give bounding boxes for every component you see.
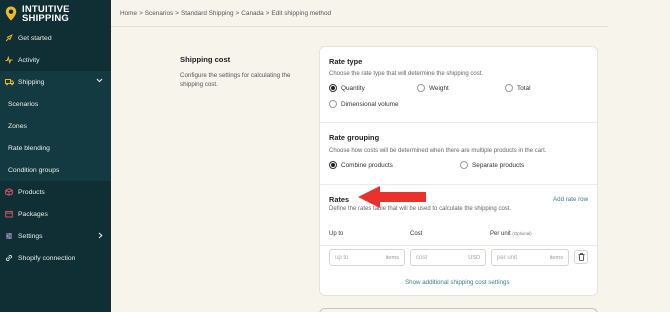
sidebar-item-label: Get started: [18, 34, 52, 42]
shipping-cost-card: Rate type Choose the rate type that will…: [319, 46, 598, 296]
sidebar-item-label: Zones: [8, 122, 27, 130]
breadcrumb-standard-shipping[interactable]: Standard Shipping: [181, 10, 234, 17]
rate-type-description: Choose the rate type that will determine…: [329, 71, 484, 77]
radio-indicator: [329, 84, 337, 92]
breadcrumb-current: Edit shipping method: [271, 9, 332, 17]
next-section-card: [319, 308, 598, 312]
divider: [320, 122, 597, 123]
delete-row-button[interactable]: [574, 250, 588, 264]
radio-label: Total: [517, 84, 531, 92]
breadcrumb-separator: >: [235, 9, 240, 17]
sidebar-item-label: Settings: [18, 232, 43, 240]
breadcrumb-scenarios[interactable]: Scenarios: [145, 10, 173, 17]
breadcrumb-separator: >: [139, 9, 143, 17]
annotation-arrow-icon: [358, 186, 426, 208]
cost-unit: USD: [468, 254, 480, 261]
map-pin-icon: [5, 6, 17, 21]
column-header-cost: Cost: [410, 231, 423, 237]
sidebar-item-scenarios[interactable]: Scenarios: [0, 93, 111, 115]
per-unit-placeholder: per unit: [497, 254, 518, 261]
sidebar-item-shipping[interactable]: Shipping: [0, 71, 111, 93]
radio-label: Dimensional volume: [341, 100, 399, 108]
rate-type-title: Rate type: [329, 57, 363, 66]
box-icon: [4, 187, 14, 197]
sidebar-item-label: Condition groups: [8, 166, 60, 174]
column-header-up-to: Up to: [329, 231, 344, 237]
cost-input[interactable]: cost USD: [410, 249, 486, 266]
radio-combine-products[interactable]: Combine products: [329, 161, 393, 169]
section-title: Shipping cost: [180, 55, 231, 64]
divider: [320, 245, 597, 246]
sidebar-item-label: Rate blending: [8, 144, 50, 152]
rate-grouping-title: Rate grouping: [329, 133, 380, 142]
divider: [320, 184, 597, 185]
radio-label: Weight: [429, 84, 449, 92]
rates-title: Rates: [329, 195, 350, 204]
sidebar-item-activity[interactable]: Activity: [0, 49, 111, 71]
column-header-per-unit: Per unit (Optional): [490, 231, 532, 237]
brand-line2: SHIPPING: [22, 12, 69, 24]
sidebar-item-label: Scenarios: [8, 100, 39, 108]
sidebar-item-shopify-connection[interactable]: Shopify connection: [0, 247, 111, 269]
breadcrumb-separator: >: [265, 9, 270, 17]
cost-placeholder: cost: [416, 254, 428, 261]
radio-total[interactable]: Total: [505, 84, 531, 92]
radio-indicator: [460, 161, 468, 169]
link-icon: [4, 253, 14, 263]
radio-label: Separate products: [472, 161, 525, 169]
chevron-right-icon: [98, 232, 103, 241]
sidebar: INTUITIVE SHIPPING Get started Activity …: [0, 0, 111, 312]
radio-quantity[interactable]: Quantity: [329, 84, 365, 92]
per-unit-input[interactable]: per unit items: [491, 249, 569, 266]
radio-label: Combine products: [341, 161, 393, 169]
up-to-unit: items: [385, 254, 399, 261]
gear-icon: [4, 231, 14, 241]
breadcrumb-home[interactable]: Home: [120, 10, 137, 17]
sidebar-item-settings[interactable]: Settings: [0, 225, 111, 247]
optional-label: (Optional): [512, 231, 532, 236]
chevron-down-icon: [96, 78, 103, 85]
radio-indicator: [417, 84, 425, 92]
radio-indicator: [329, 161, 337, 169]
sidebar-item-rate-blending[interactable]: Rate blending: [0, 137, 111, 159]
radio-weight[interactable]: Weight: [417, 84, 449, 92]
breadcrumb: Home > Scenarios > Standard Shipping > C…: [111, 0, 608, 27]
sidebar-item-label: Products: [18, 188, 45, 196]
per-unit-label: Per unit: [490, 231, 511, 237]
radio-dimensional-volume[interactable]: Dimensional volume: [329, 100, 399, 108]
truck-icon: [4, 77, 14, 87]
sidebar-item-label: Shopify connection: [18, 254, 76, 262]
sidebar-item-get-started[interactable]: Get started: [0, 27, 111, 49]
sidebar-item-zones[interactable]: Zones: [0, 115, 111, 137]
sidebar-item-products[interactable]: Products: [0, 181, 111, 203]
sidebar-item-packages[interactable]: Packages: [0, 203, 111, 225]
radio-separate-products[interactable]: Separate products: [460, 161, 524, 169]
radio-indicator: [505, 84, 513, 92]
rate-grouping-description: Choose how costs will be determined when…: [329, 148, 547, 154]
radio-label: Quantity: [341, 84, 365, 92]
sidebar-item-label: Packages: [18, 210, 48, 218]
up-to-input[interactable]: up to items: [329, 249, 405, 266]
brand-logo[interactable]: INTUITIVE SHIPPING: [0, 0, 111, 27]
section-description: Configure the settings for calculating t…: [180, 72, 291, 88]
sidebar-item-condition-groups[interactable]: Condition groups: [0, 159, 111, 181]
add-rate-row-link[interactable]: Add rate row: [553, 196, 588, 203]
breadcrumb-canada[interactable]: Canada: [241, 10, 263, 17]
breadcrumb-separator: >: [175, 9, 179, 17]
trash-icon: [578, 248, 585, 266]
sidebar-item-label: Shipping: [18, 78, 45, 86]
sidebar-item-label: Activity: [18, 56, 40, 64]
activity-icon: [4, 55, 14, 65]
rocket-icon: [4, 33, 14, 43]
per-unit-unit: items: [549, 254, 563, 261]
up-to-placeholder: up to: [335, 254, 349, 261]
show-additional-settings-link[interactable]: Show additional shipping cost settings: [405, 279, 510, 286]
package-icon: [4, 209, 14, 219]
radio-indicator: [329, 100, 337, 108]
